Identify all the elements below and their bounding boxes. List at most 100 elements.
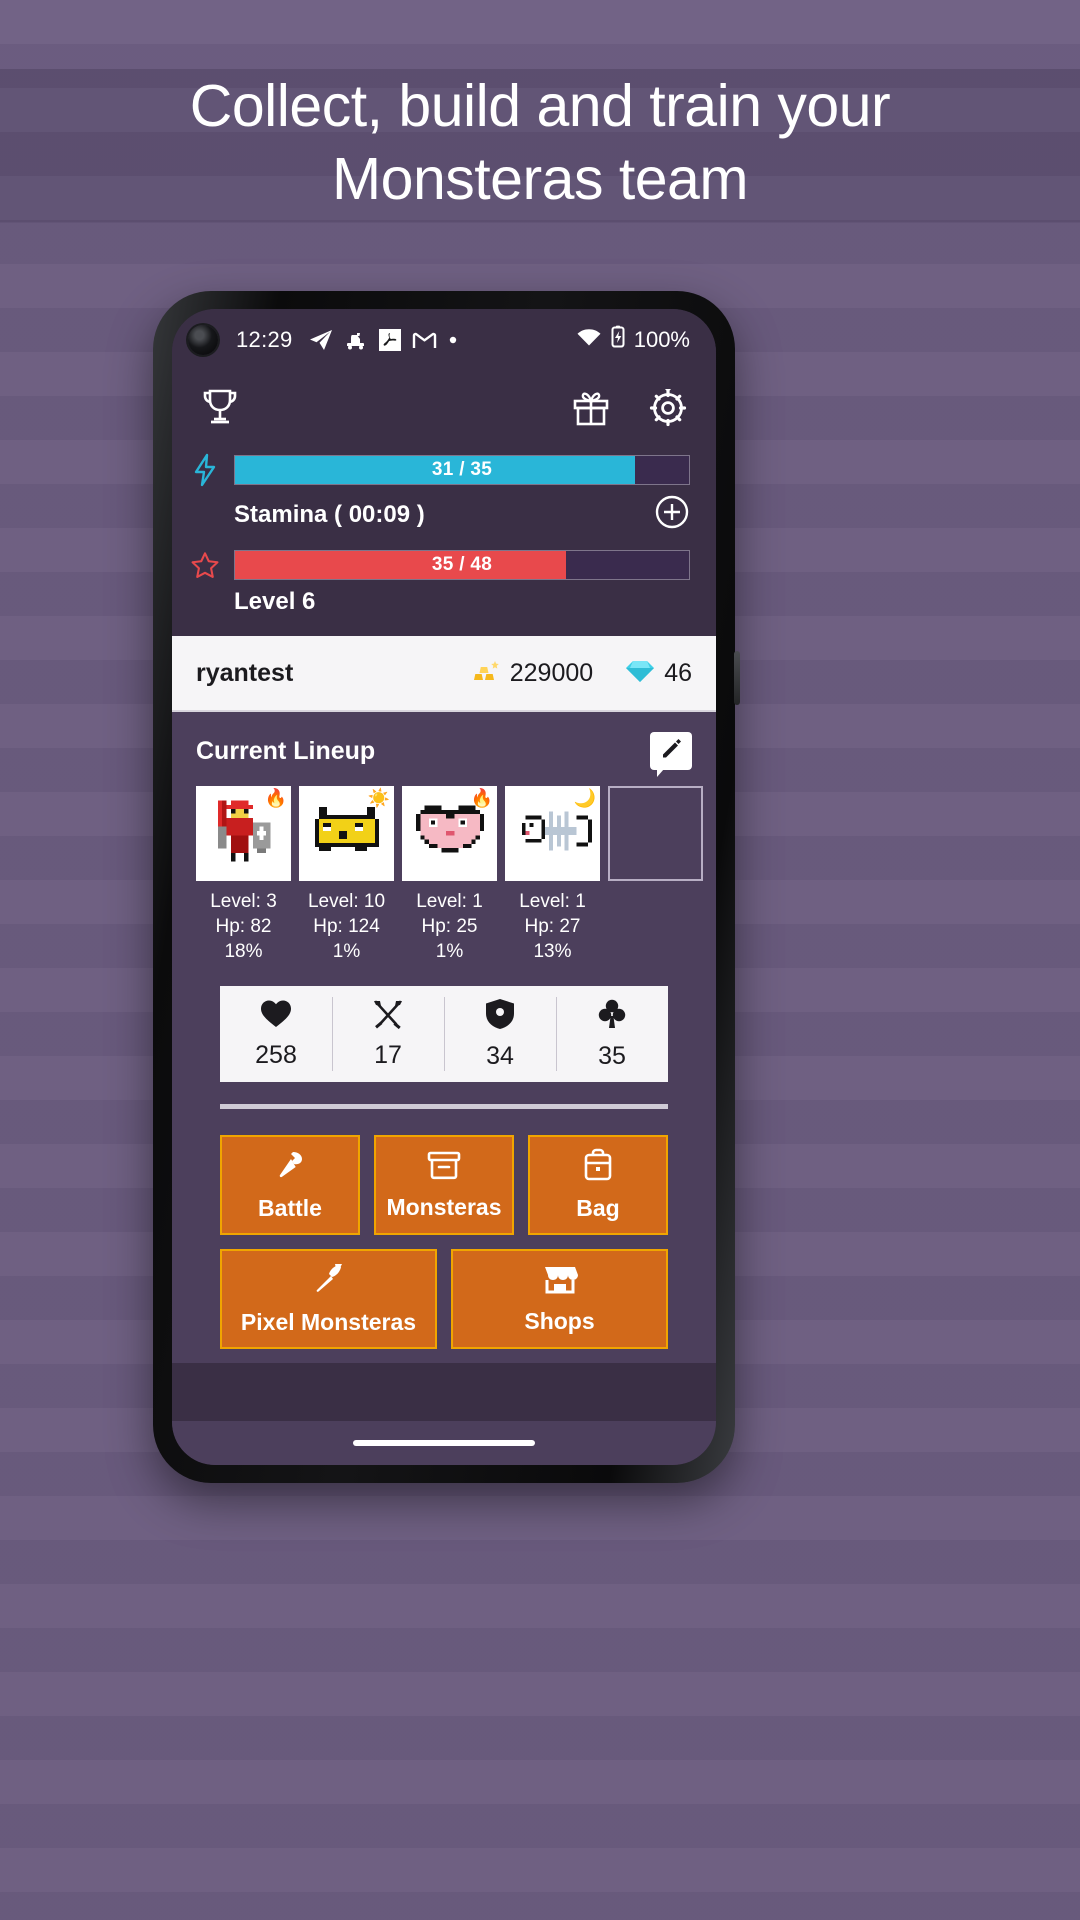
shops-button[interactable]: Shops [451, 1249, 668, 1349]
lightning-icon [190, 453, 220, 487]
team-totals-bar: 258 17 34 35 [220, 986, 668, 1082]
lineup-slot-empty[interactable] [608, 786, 703, 964]
empty-lineup-slot[interactable] [608, 786, 703, 881]
monster-level: Level: 1 [519, 891, 586, 912]
front-camera-punch-hole [188, 325, 218, 355]
fire-icon: 🔥 [264, 788, 287, 808]
pickaxe-icon [311, 1262, 347, 1301]
monster-percent: 13% [533, 941, 572, 962]
lineup-header: Current Lineup [196, 732, 692, 777]
monster-percent: 1% [332, 941, 361, 962]
fire-icon: 🔥 [470, 788, 493, 808]
battery-percent-label: 100% [633, 327, 690, 352]
clover-icon [597, 998, 627, 1035]
adobe-acrobat-icon [378, 329, 401, 351]
dot-icon [448, 335, 458, 345]
gold-amount: 229000 [509, 658, 594, 687]
monster-level: Level: 3 [210, 891, 277, 912]
action-buttons: Battle Monsteras Bag Pixel Monsteras Sho… [196, 1109, 692, 1349]
trophy-icon[interactable] [198, 387, 242, 434]
current-lineup-section: Current Lineup 🔥 Level: 3 Hp: 82 18% ☀️ … [172, 712, 716, 1363]
battle-button[interactable]: Battle [220, 1135, 360, 1235]
train-icon [344, 329, 368, 351]
pink-heart-sprite [415, 800, 484, 867]
stamina-bar-row: 31 / 35 [190, 453, 690, 487]
sun-icon: ☀️ [367, 788, 390, 808]
promo-headline-line2: Monsteras team [332, 146, 749, 212]
monster-hp: Hp: 25 [421, 916, 478, 937]
lineup-slot[interactable]: 🔥 [402, 786, 497, 964]
resource-bars: 31 / 35 Stamina ( 00:09 ) 35 / 48 Level … [172, 449, 716, 636]
total-attack: 17 [332, 986, 444, 1082]
total-speed: 35 [556, 986, 668, 1082]
user-summary-strip: ryantest 229000 46 [172, 636, 716, 712]
status-bar-clock: 12:29 [236, 327, 293, 352]
gem-amount: 46 [664, 658, 692, 687]
monster-level: Level: 1 [416, 891, 483, 912]
lineup-title: Current Lineup [196, 736, 376, 765]
moon-icon: 🌙 [573, 788, 596, 808]
backpack-icon [582, 1148, 614, 1187]
gesture-pill[interactable] [353, 1440, 535, 1446]
pixel-monsteras-label: Pixel Monsteras [240, 1309, 417, 1335]
stamina-label-row: Stamina ( 00:09 ) [190, 494, 690, 535]
gem-currency[interactable]: 46 [625, 658, 692, 689]
star-icon [190, 549, 220, 581]
lineup-slot[interactable]: ☀️ Level: 10 Hp: 124 1% [299, 786, 394, 964]
total-hp-value: 258 [255, 1040, 297, 1069]
heart-icon [260, 999, 292, 1034]
gold-currency[interactable]: 229000 [471, 658, 593, 689]
monster-hp: Hp: 124 [313, 916, 380, 937]
status-bar-notification-icons [309, 329, 458, 351]
level-label-row: Level 6 [190, 588, 690, 616]
yellow-blob-sprite [311, 800, 383, 867]
monster-percent: 1% [435, 941, 464, 962]
stamina-bar[interactable]: 31 / 35 [234, 455, 690, 485]
store-icon [542, 1263, 578, 1300]
monsteras-label: Monsteras [386, 1194, 502, 1220]
axe-icon [273, 1148, 307, 1187]
monster-percent: 18% [224, 941, 263, 962]
status-bar: 12:29 100% [172, 309, 716, 371]
username-label: ryantest [196, 658, 294, 687]
monster-card[interactable]: 🌙 [505, 786, 600, 881]
pixel-monsteras-button[interactable]: Pixel Monsteras [220, 1249, 437, 1349]
lineup-monster-row: 🔥 Level: 3 Hp: 82 18% ☀️ Level: 10 Hp: 1… [196, 786, 703, 964]
edit-pencil-icon [659, 737, 683, 766]
gift-icon[interactable] [570, 387, 612, 434]
fish-bone-sprite [514, 803, 592, 864]
monster-hp: Hp: 27 [524, 916, 581, 937]
monsteras-button[interactable]: Monsteras [374, 1135, 514, 1235]
plus-circle-icon[interactable] [654, 494, 690, 535]
level-label: Level 6 [234, 588, 316, 615]
phone-screen: 12:29 100% 31 / 35 Stamina (00:09) 35 … [172, 309, 716, 1465]
level-bar-fill [235, 551, 567, 579]
shops-label: Shops [524, 1308, 595, 1334]
promo-headline-line1: Collect, build and train your [189, 73, 891, 139]
monster-card[interactable]: 🔥 [402, 786, 497, 881]
bag-label: Bag [576, 1195, 620, 1221]
action-row-2: Pixel Monsteras Shops [220, 1249, 668, 1349]
monster-stats: Level: 3 Hp: 82 18% [196, 889, 291, 964]
crossed-swords-icon [372, 999, 404, 1034]
total-hp: 258 [220, 986, 332, 1082]
status-bar-system-icons: 100% [576, 325, 690, 355]
phone-mockup: 12:29 100% 31 / 35 Stamina (00:09) 35 … [153, 291, 740, 1483]
gmail-icon [412, 330, 437, 350]
gear-icon[interactable] [646, 386, 690, 435]
level-value-label: 35 / 48 [431, 554, 493, 575]
lineup-slot[interactable]: 🌙 Level: 1 Hp: 27 13% [505, 786, 600, 964]
shield-icon [485, 998, 515, 1035]
total-speed-value: 35 [598, 1041, 626, 1070]
monster-stats: Level: 1 Hp: 27 13% [505, 889, 600, 964]
level-bar[interactable]: 35 / 48 [234, 550, 690, 580]
bag-button[interactable]: Bag [528, 1135, 668, 1235]
telegram-icon [309, 329, 333, 351]
edit-lineup-button[interactable] [650, 732, 692, 777]
battery-charging-icon [610, 325, 626, 355]
monster-card[interactable]: ☀️ [299, 786, 394, 881]
monster-stats: Level: 10 Hp: 124 1% [299, 889, 394, 964]
monster-card[interactable]: 🔥 [196, 786, 291, 881]
stamina-label: Stamina ( 00:09 ) [234, 500, 425, 528]
lineup-slot[interactable]: 🔥 [196, 786, 291, 964]
